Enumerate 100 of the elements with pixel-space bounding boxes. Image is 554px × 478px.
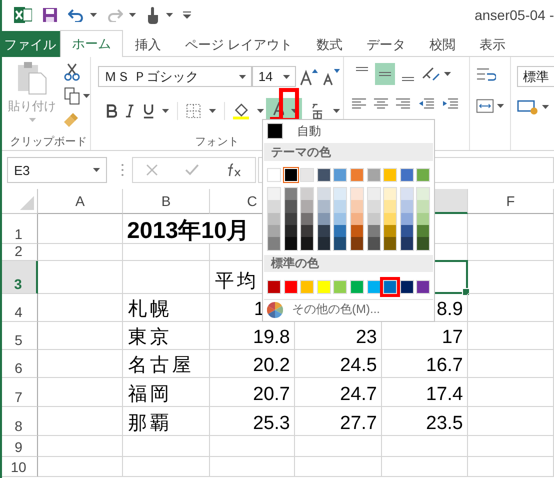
- align-right-icon[interactable]: [396, 98, 410, 110]
- phonetic-menu-caret-icon[interactable]: [333, 109, 340, 113]
- table-cell[interactable]: [123, 244, 210, 261]
- table-cell[interactable]: [38, 457, 123, 477]
- copy-menu-caret-icon[interactable]: [83, 94, 90, 98]
- table-cell[interactable]: [38, 322, 123, 350]
- underline-icon[interactable]: [142, 103, 154, 119]
- color-swatch[interactable]: [301, 225, 314, 238]
- align-center-icon[interactable]: [374, 98, 388, 110]
- shrink-font-icon[interactable]: [322, 68, 340, 86]
- color-swatch[interactable]: [400, 200, 413, 213]
- row-header[interactable]: 4: [2, 294, 38, 322]
- color-swatch[interactable]: [366, 168, 381, 182]
- name-box-caret-icon[interactable]: [93, 168, 100, 172]
- name-box[interactable]: E3: [7, 157, 107, 183]
- ribbon-tab[interactable]: 挿入: [123, 31, 173, 57]
- color-swatch[interactable]: [333, 280, 348, 294]
- more-colors-item[interactable]: その他の色(M)...: [264, 298, 433, 320]
- row-header[interactable]: 8: [2, 407, 38, 436]
- format-painter-icon[interactable]: [64, 111, 80, 127]
- grow-font-icon[interactable]: [300, 68, 318, 86]
- table-cell[interactable]: 27.7: [295, 407, 382, 436]
- color-swatch[interactable]: [417, 188, 430, 200]
- color-swatch[interactable]: [417, 225, 430, 238]
- copy-icon[interactable]: [64, 87, 80, 105]
- table-cell[interactable]: 20.2: [210, 350, 295, 378]
- table-cell[interactable]: [210, 436, 295, 457]
- increase-indent-icon[interactable]: [442, 98, 458, 110]
- undo-menu-caret-icon[interactable]: [90, 13, 97, 17]
- text-orientation-icon[interactable]: [421, 66, 441, 82]
- color-swatch[interactable]: [284, 225, 297, 238]
- ribbon-tab[interactable]: 数式: [304, 31, 355, 57]
- table-cell[interactable]: 16.7: [382, 350, 468, 378]
- customize-toolbar-icon[interactable]: [183, 11, 191, 19]
- color-swatch[interactable]: [300, 168, 314, 182]
- bold-icon[interactable]: [106, 104, 118, 118]
- color-swatch[interactable]: [417, 200, 430, 213]
- color-swatch[interactable]: [384, 237, 396, 250]
- drag-handle-icon[interactable]: [121, 163, 124, 177]
- table-cell[interactable]: [382, 457, 468, 477]
- color-swatch[interactable]: [368, 188, 380, 200]
- table-cell[interactable]: [468, 294, 554, 322]
- table-cell[interactable]: 20.7: [210, 378, 295, 407]
- align-left-icon[interactable]: [352, 98, 366, 110]
- color-swatch[interactable]: [268, 225, 280, 238]
- table-cell[interactable]: [38, 407, 123, 436]
- table-cell[interactable]: [38, 244, 123, 261]
- automatic-color-item[interactable]: 自動: [264, 121, 433, 142]
- row-header[interactable]: 7: [2, 378, 38, 407]
- color-swatch[interactable]: [368, 237, 380, 250]
- column-header[interactable]: F: [468, 189, 554, 214]
- table-cell[interactable]: [38, 294, 123, 322]
- color-swatch[interactable]: [368, 225, 380, 238]
- table-cell[interactable]: [468, 407, 554, 436]
- table-cell[interactable]: 東京: [123, 322, 210, 350]
- color-swatch[interactable]: [366, 280, 381, 294]
- color-swatch[interactable]: [334, 212, 346, 226]
- table-cell[interactable]: [38, 378, 123, 407]
- merge-menu-caret-icon[interactable]: [497, 104, 504, 108]
- color-swatch[interactable]: [383, 168, 398, 182]
- number-format-field[interactable]: 標準: [517, 66, 554, 87]
- color-swatch[interactable]: [368, 212, 380, 226]
- table-cell[interactable]: 24.5: [295, 350, 382, 378]
- color-swatch[interactable]: [400, 280, 414, 294]
- color-swatch[interactable]: [318, 200, 330, 213]
- color-swatch[interactable]: [284, 280, 298, 294]
- color-swatch[interactable]: [318, 225, 330, 238]
- color-swatch[interactable]: [284, 237, 297, 250]
- table-cell[interactable]: [468, 214, 554, 244]
- underline-menu-caret-icon[interactable]: [162, 109, 169, 113]
- table-cell[interactable]: 24.7: [295, 378, 382, 407]
- table-cell[interactable]: [123, 457, 210, 477]
- color-swatch[interactable]: [284, 188, 297, 200]
- color-swatch[interactable]: [400, 168, 414, 182]
- table-cell[interactable]: [468, 244, 554, 261]
- row-header[interactable]: 6: [2, 350, 38, 378]
- ribbon-tab[interactable]: ホーム: [60, 30, 123, 57]
- row-header[interactable]: 10: [2, 457, 38, 477]
- currency-menu-caret-icon[interactable]: [542, 105, 549, 109]
- color-swatch[interactable]: [301, 237, 314, 250]
- color-swatch[interactable]: [350, 168, 364, 182]
- currency-icon[interactable]: [517, 99, 539, 115]
- table-cell[interactable]: [210, 457, 295, 477]
- table-cell[interactable]: [38, 214, 123, 244]
- table-cell[interactable]: [468, 457, 554, 477]
- table-cell[interactable]: 23.5: [382, 407, 468, 436]
- touch-mode-icon[interactable]: [146, 6, 160, 24]
- undo-icon[interactable]: [68, 8, 84, 22]
- table-cell[interactable]: [38, 436, 123, 457]
- color-swatch[interactable]: [333, 168, 348, 182]
- table-cell[interactable]: 名古屋: [123, 350, 210, 378]
- row-header[interactable]: 9: [2, 436, 38, 457]
- color-swatch[interactable]: [400, 225, 413, 238]
- merge-cells-icon[interactable]: [476, 98, 494, 114]
- font-size-field[interactable]: 14: [252, 66, 296, 87]
- color-swatch[interactable]: [400, 237, 413, 250]
- color-swatch[interactable]: [301, 200, 314, 213]
- color-swatch[interactable]: [400, 188, 413, 200]
- font-name-field[interactable]: ＭＳ Ｐゴシック: [98, 66, 252, 87]
- table-cell[interactable]: [38, 261, 123, 294]
